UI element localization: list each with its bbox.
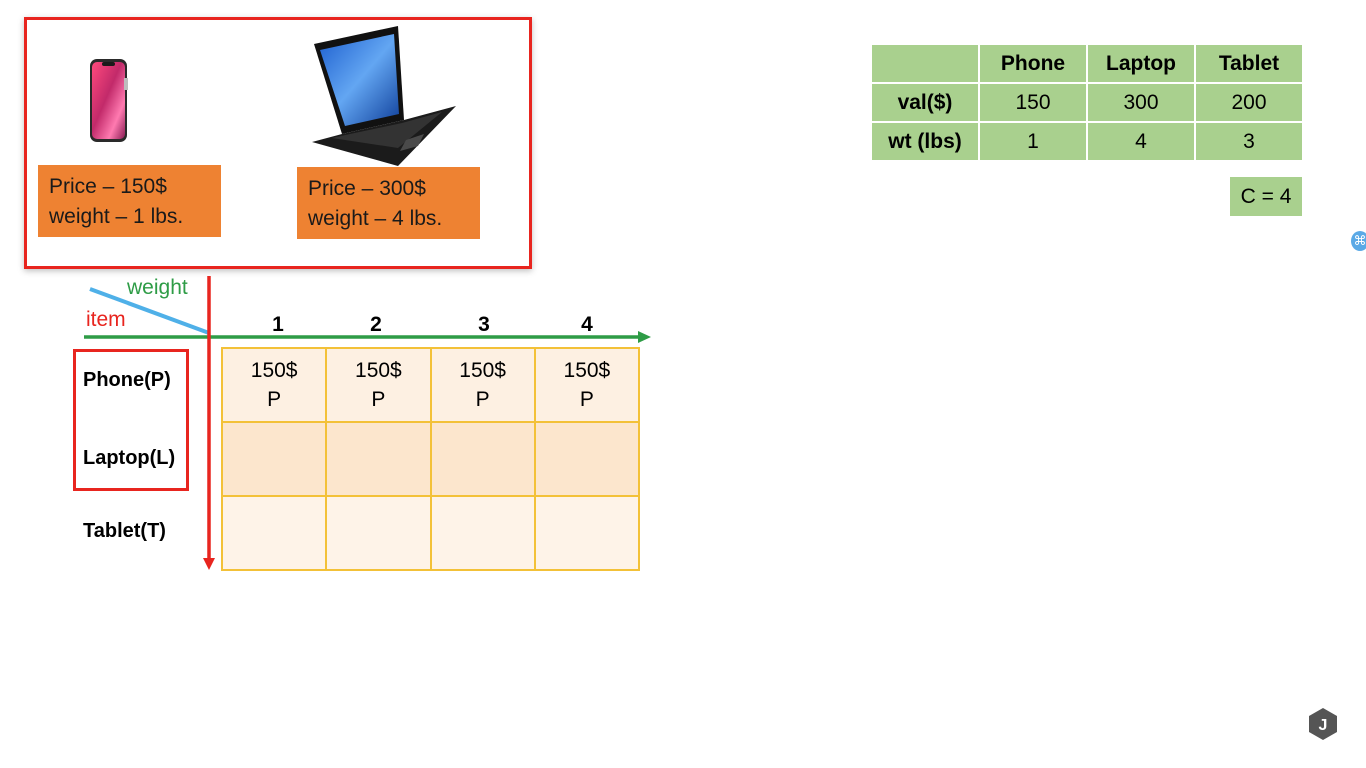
column-header-1: 1 xyxy=(272,313,284,336)
column-header-2: 2 xyxy=(370,313,382,336)
dp-cell xyxy=(222,422,327,496)
weight-axis-label: weight xyxy=(127,276,188,299)
table-header-phone: Phone xyxy=(978,43,1088,84)
player-badge[interactable]: J xyxy=(1306,707,1340,741)
table-header-row: Phone Laptop Tablet xyxy=(870,43,1304,84)
table-cell: 150 xyxy=(978,82,1088,123)
cell-item: P xyxy=(371,388,386,411)
dp-cell: 150$ P xyxy=(430,348,535,422)
dp-cell xyxy=(326,422,431,496)
dp-cell xyxy=(222,496,327,570)
dp-cell xyxy=(534,422,639,496)
cell-item: P xyxy=(475,388,490,411)
dp-cell xyxy=(430,496,535,570)
dp-cell xyxy=(326,496,431,570)
dp-cell xyxy=(430,422,535,496)
item-axis-arrow xyxy=(203,558,215,570)
dp-cell: 150$ P xyxy=(326,348,431,422)
table-header-laptop: Laptop xyxy=(1086,43,1196,84)
row-label-laptop: Laptop(L) xyxy=(83,447,176,469)
row-label-phone: Phone(P) xyxy=(83,369,171,391)
table-cell: 4 xyxy=(1086,121,1196,162)
item-axis-label: item xyxy=(86,308,126,331)
row-label-tablet: Tablet(T) xyxy=(83,520,166,542)
cell-item: P xyxy=(579,388,594,411)
table-row: val($) 150 300 200 xyxy=(870,82,1304,123)
table-row-label: val($) xyxy=(870,82,980,123)
table-cell: 200 xyxy=(1194,82,1304,123)
cell-value: 150$ xyxy=(250,359,298,382)
dp-cell xyxy=(534,496,639,570)
cell-item: P xyxy=(267,388,282,411)
table-cell: 1 xyxy=(978,121,1088,162)
column-header-4: 4 xyxy=(581,313,593,336)
side-widget-icon[interactable]: ⌘ xyxy=(1351,231,1366,251)
table-cell: 300 xyxy=(1086,82,1196,123)
column-header-3: 3 xyxy=(478,313,490,336)
table-header-tablet: Tablet xyxy=(1194,43,1304,84)
badge-letter: J xyxy=(1319,717,1328,734)
table-row: wt (lbs) 1 4 3 xyxy=(870,121,1304,162)
table-row-label: wt (lbs) xyxy=(870,121,980,162)
dp-cell: 150$ P xyxy=(534,348,639,422)
cell-value: 150$ xyxy=(563,359,611,382)
dp-cell: 150$ P xyxy=(222,348,327,422)
cell-value: 150$ xyxy=(355,359,402,382)
table-cell: 3 xyxy=(1194,121,1304,162)
dp-table: 150$ P 150$ P 150$ P 150$ P xyxy=(221,347,640,571)
reference-table: Phone Laptop Tablet val($) 150 300 200 w… xyxy=(870,43,1304,162)
capacity-box: C = 4 xyxy=(1230,177,1302,216)
cell-value: 150$ xyxy=(459,359,506,382)
table-header-corner xyxy=(870,43,980,84)
weight-axis-arrow xyxy=(638,331,651,343)
